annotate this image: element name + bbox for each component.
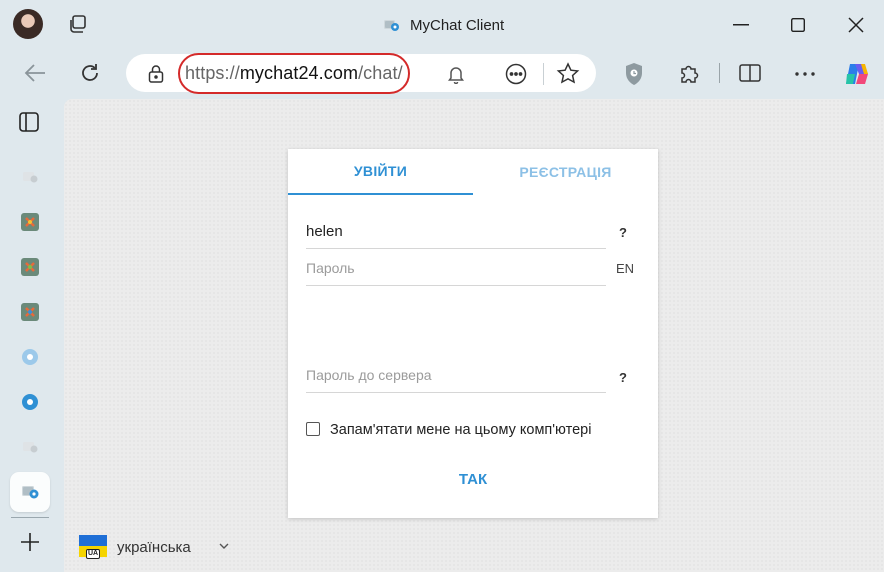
toolbar-divider	[719, 63, 720, 83]
keyboard-layout-indicator: EN	[616, 261, 635, 276]
mychat-app-icon	[23, 442, 38, 453]
workspaces-icon[interactable]	[67, 13, 89, 35]
mychat-app-icon	[23, 172, 38, 183]
sidebar-app-joomla-1[interactable]	[10, 202, 50, 242]
notification-bell-icon[interactable]	[447, 64, 465, 84]
sidebar-app-joomla-3[interactable]	[10, 292, 50, 332]
server-password-field[interactable]: Пароль до сервера	[306, 358, 606, 393]
sidebar-panel-icon[interactable]	[19, 112, 39, 132]
chat-bubble-app-icon	[22, 394, 38, 410]
chevron-down-icon[interactable]	[218, 542, 230, 550]
joomla-app-icon	[21, 258, 39, 276]
username-help-icon[interactable]: ?	[619, 225, 627, 240]
maximize-button[interactable]	[791, 18, 805, 32]
server-password-help-icon[interactable]: ?	[619, 370, 627, 385]
language-selector[interactable]: українська	[117, 539, 191, 556]
ukraine-flag-icon[interactable]: UA	[79, 535, 107, 559]
sidebar-app-mychat-active[interactable]	[10, 472, 50, 512]
window-title-text: MyChat Client	[410, 16, 505, 34]
profile-avatar[interactable]	[13, 9, 43, 39]
username-field[interactable]: helen	[306, 214, 606, 249]
split-screen-icon[interactable]	[739, 63, 761, 83]
close-window-button[interactable]	[848, 17, 864, 33]
tab-register[interactable]: РЕЄСТРАЦІЯ	[473, 149, 658, 195]
minimize-button[interactable]	[733, 24, 749, 26]
more-page-options-icon[interactable]	[505, 63, 527, 85]
remember-me-checkbox[interactable]	[306, 422, 320, 436]
password-field[interactable]: Пароль	[306, 251, 606, 286]
sidebar-separator	[11, 517, 49, 518]
shield-extension-icon[interactable]	[624, 62, 644, 86]
sidebar-app-mychat-4[interactable]	[10, 427, 50, 467]
sidebar-app-mychat-2[interactable]	[10, 337, 50, 377]
copilot-icon[interactable]	[843, 60, 871, 88]
browser-menu-icon[interactable]	[795, 72, 815, 76]
favorite-star-icon[interactable]	[556, 62, 580, 85]
remember-me-label[interactable]: Запам'ятати мене на цьому комп'ютері	[330, 422, 591, 438]
joomla-app-icon	[21, 213, 39, 231]
back-button[interactable]	[24, 63, 46, 83]
add-app-plus-icon[interactable]	[20, 532, 40, 552]
address-divider	[543, 63, 544, 85]
submit-button[interactable]: ТАК	[288, 471, 658, 488]
sidebar-app-mychat-1[interactable]	[10, 157, 50, 197]
tab-login[interactable]: УВІЙТИ	[288, 149, 473, 195]
mychat-favicon-icon	[382, 17, 400, 33]
sidebar-app-mychat-3[interactable]	[10, 382, 50, 422]
sidebar-app-joomla-2[interactable]	[10, 247, 50, 287]
chat-bubble-app-icon	[22, 349, 38, 365]
mychat-app-icon	[22, 486, 39, 499]
window-title: MyChat Client	[382, 15, 504, 35]
extensions-puzzle-icon[interactable]	[678, 62, 700, 84]
lock-icon[interactable]	[148, 64, 164, 84]
refresh-button[interactable]	[79, 62, 101, 84]
flag-badge: UA	[86, 549, 101, 559]
joomla-app-icon	[21, 303, 39, 321]
url-highlight-annotation	[178, 53, 410, 94]
login-card: УВІЙТИ РЕЄСТРАЦІЯ helen ? Пароль EN Паро…	[288, 149, 658, 518]
